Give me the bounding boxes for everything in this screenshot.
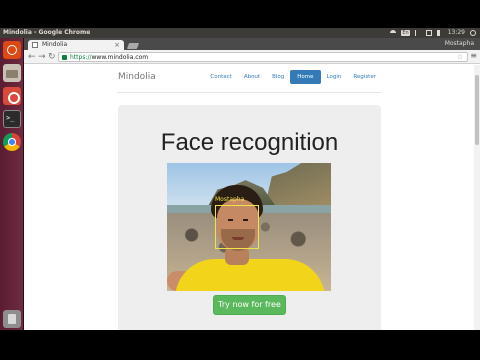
- bookmark-star-icon[interactable]: ☆: [457, 53, 463, 62]
- tab-mindolia[interactable]: Mindolia ×: [28, 40, 124, 50]
- page-title: Face recognition: [160, 129, 339, 156]
- nav-blog[interactable]: Blog: [266, 70, 290, 84]
- address-bar[interactable]: https://www.mindolia.com ☆: [58, 52, 468, 62]
- letterbox-top: [0, 0, 480, 28]
- chrome-icon[interactable]: [3, 133, 21, 151]
- lock-icon[interactable]: [62, 55, 67, 60]
- settings-icon[interactable]: [3, 87, 21, 105]
- window-title: Mindolia - Google Chrome: [3, 29, 91, 36]
- scrollbar-thumb[interactable]: [475, 75, 479, 145]
- trash-icon[interactable]: [3, 310, 21, 328]
- system-tray: En 13:29: [390, 28, 476, 38]
- browser-toolbar: ← → ↻ https://www.mindolia.com ☆ ≡: [24, 50, 480, 64]
- profile-name[interactable]: Mostapha: [445, 38, 474, 50]
- site-nav-links: Contact About Blog Home Login Register: [204, 70, 382, 84]
- try-now-button[interactable]: Try now for free: [213, 295, 286, 315]
- page-scrollbar[interactable]: [474, 65, 480, 330]
- wifi-icon[interactable]: [390, 30, 397, 36]
- volume-icon[interactable]: [436, 30, 443, 36]
- battery-icon[interactable]: [425, 30, 432, 36]
- nav-home[interactable]: Home: [290, 70, 321, 84]
- chrome-menu-icon[interactable]: ≡: [470, 51, 477, 60]
- url-host: www.mindolia.com: [91, 54, 149, 61]
- os-top-panel: Mindolia - Google Chrome En 13:29: [0, 28, 480, 38]
- power-icon[interactable]: [470, 30, 476, 36]
- close-tab-icon[interactable]: ×: [114, 40, 120, 50]
- hero-panel: Face recognition Mostapha Try now for fr…: [118, 105, 381, 330]
- nav-login[interactable]: Login: [321, 70, 348, 84]
- site-brand[interactable]: Mindolia: [118, 72, 156, 82]
- clock[interactable]: 13:29: [448, 28, 465, 38]
- tab-title: Mindolia: [42, 41, 68, 48]
- demo-photo: Mostapha: [167, 163, 331, 291]
- ubuntu-dash-icon[interactable]: [3, 41, 21, 59]
- site-navbar: Mindolia Contact About Blog Home Login R…: [117, 65, 382, 93]
- new-tab-button[interactable]: [126, 43, 140, 49]
- nav-about[interactable]: About: [238, 70, 266, 84]
- page-favicon: [32, 42, 38, 48]
- forward-icon[interactable]: →: [38, 51, 46, 63]
- url-scheme: https://: [70, 54, 92, 61]
- files-icon[interactable]: [3, 64, 21, 82]
- unity-launcher: [0, 38, 24, 330]
- face-detection-label: Mostapha: [215, 196, 245, 203]
- terminal-icon[interactable]: [3, 110, 21, 128]
- bluetooth-icon[interactable]: [414, 30, 421, 36]
- browser-window: Mindolia × Mostapha ← → ↻ https://www.mi…: [24, 38, 480, 330]
- tab-strip: Mindolia × Mostapha: [24, 38, 480, 50]
- nav-contact[interactable]: Contact: [204, 70, 237, 84]
- back-icon[interactable]: ←: [28, 51, 36, 63]
- page-viewport: Mindolia Contact About Blog Home Login R…: [24, 65, 480, 330]
- reload-icon[interactable]: ↻: [48, 51, 56, 63]
- letterbox-bottom: [0, 330, 480, 360]
- face-detection-box: [215, 205, 259, 249]
- nav-register[interactable]: Register: [347, 70, 382, 84]
- keyboard-layout-indicator[interactable]: En: [401, 30, 410, 36]
